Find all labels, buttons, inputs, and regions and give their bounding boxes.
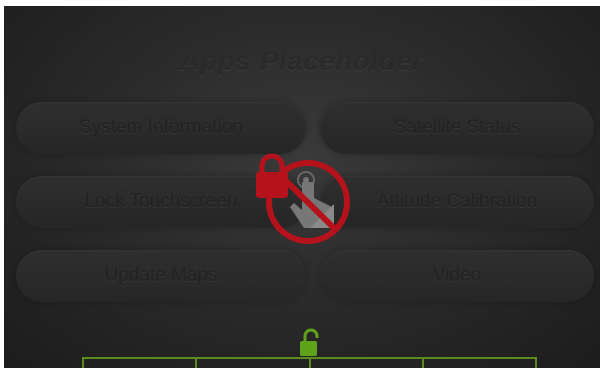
tab-3[interactable] bbox=[308, 359, 422, 368]
system-information-button[interactable]: System Information bbox=[16, 102, 306, 154]
button-label: Satellite Status bbox=[393, 117, 521, 138]
button-label: Update Maps bbox=[104, 265, 218, 286]
video-button[interactable]: Video bbox=[320, 250, 594, 302]
button-label: System Information bbox=[79, 117, 243, 138]
touchscreen-locked-overlay bbox=[256, 153, 350, 244]
button-label: Lock Touchscreen bbox=[84, 191, 238, 212]
button-label: Video bbox=[432, 265, 482, 286]
unlock-icon[interactable] bbox=[298, 328, 322, 358]
satellite-status-button[interactable]: Satellite Status bbox=[320, 102, 594, 154]
tab-4[interactable] bbox=[421, 359, 537, 368]
update-maps-button[interactable]: Update Maps bbox=[16, 250, 306, 302]
tab-1[interactable] bbox=[82, 359, 195, 368]
button-label: Attitude Calibration bbox=[376, 191, 538, 212]
bottom-tab-bar bbox=[82, 357, 537, 368]
page-title: Apps Placeholder bbox=[179, 46, 425, 76]
no-touch-icon bbox=[266, 160, 350, 244]
tab-2[interactable] bbox=[195, 359, 308, 368]
attitude-calibration-button[interactable]: Attitude Calibration bbox=[320, 176, 594, 228]
app-screen: Apps Placeholder System Information Sate… bbox=[4, 6, 600, 368]
